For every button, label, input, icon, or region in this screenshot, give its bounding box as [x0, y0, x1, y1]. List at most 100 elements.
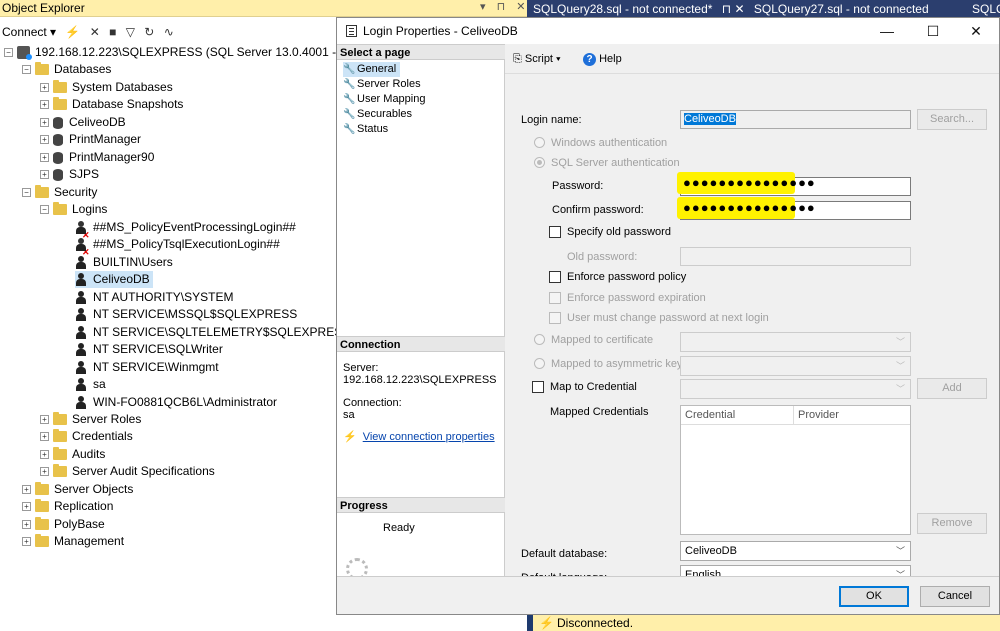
expand-icon[interactable]: + [40, 100, 49, 110]
login-name-field[interactable]: CeliveoDB [680, 110, 911, 129]
mapped-credentials-grid[interactable]: Credential Provider [680, 405, 911, 535]
tree-node-server-roles[interactable]: + Server Roles [40, 411, 141, 428]
tree-node-credentials[interactable]: + Credentials [40, 428, 133, 445]
tab-sqlquery-truncated[interactable]: SQLQu [972, 2, 1000, 16]
connect-button[interactable]: Connect ▾ [2, 25, 56, 39]
login-icon [75, 396, 87, 410]
certificate-dropdown[interactable]: ﹀ [680, 332, 911, 352]
specify-old-password-checkbox[interactable] [549, 226, 561, 238]
expand-icon[interactable]: + [40, 153, 49, 163]
old-password-field[interactable] [680, 247, 911, 266]
tree-node-login[interactable]: NT AUTHORITY\SYSTEM [75, 289, 233, 306]
cancel-button[interactable]: Cancel [920, 586, 990, 607]
expand-icon[interactable]: + [40, 450, 49, 460]
expand-icon[interactable]: + [40, 170, 49, 180]
activity-monitor-icon[interactable]: ∿ [164, 22, 174, 42]
tree-node-login[interactable]: WIN-FO0881QCB6L\Administrator [75, 394, 277, 411]
disconnect-icon[interactable]: ✕ [90, 22, 100, 42]
expand-icon[interactable]: + [40, 135, 49, 145]
page-securables[interactable]: 🔧 Securables [343, 107, 412, 122]
tree-node-login[interactable]: NT SERVICE\SQLTELEMETRY$SQLEXPRESS [75, 324, 350, 341]
folder-icon [53, 202, 67, 216]
connection-status-text: Disconnected. [557, 616, 634, 630]
page-server-roles[interactable]: 🔧 Server Roles [343, 77, 421, 92]
provider-column-header[interactable]: Provider [794, 406, 910, 425]
script-button[interactable]: ⎘ Script ▾ [513, 44, 561, 74]
help-button[interactable]: ? Help [583, 44, 622, 74]
connection-plug-icon: ⚡ [343, 431, 357, 443]
tab-pin-close-icons[interactable]: ⊓ ✕ [722, 2, 745, 16]
tree-node-management[interactable]: + Management [22, 533, 124, 550]
collapse-icon[interactable]: − [22, 188, 31, 198]
tree-node-server-objects[interactable]: + Server Objects [22, 481, 133, 498]
tree-node-audits[interactable]: + Audits [40, 446, 105, 463]
expand-icon[interactable]: + [40, 118, 49, 128]
mapped-asym-radio[interactable] [534, 358, 545, 369]
tree-node-logins[interactable]: − Logins [40, 201, 107, 218]
minimize-button[interactable]: — [864, 18, 910, 44]
tree-node-replication[interactable]: + Replication [22, 498, 113, 515]
tree-node-db-printmanager[interactable]: + PrintManager [40, 131, 141, 148]
tree-node-login[interactable]: sa [75, 376, 106, 393]
close-button[interactable]: ✕ [953, 18, 999, 44]
default-database-dropdown[interactable]: CeliveoDB ﹀ [680, 541, 911, 561]
tree-node-server[interactable]: −192.168.12.223\SQLEXPRESS (SQL Server 1… [4, 44, 356, 61]
enforce-expiration-checkbox[interactable] [549, 292, 561, 304]
tree-node-login[interactable]: ✕ ##MS_PolicyTsqlExecutionLogin## [75, 236, 280, 257]
expand-icon[interactable]: + [40, 467, 49, 477]
mapped-cert-radio[interactable] [534, 334, 545, 345]
tree-node-login[interactable]: NT SERVICE\Winmgmt [75, 359, 219, 376]
tree-node-database-snapshots[interactable]: + Database Snapshots [40, 96, 183, 113]
expand-icon[interactable]: + [40, 415, 49, 425]
page-user-mapping[interactable]: 🔧 User Mapping [343, 92, 425, 107]
remove-button[interactable]: Remove [917, 513, 987, 534]
collapse-icon[interactable]: − [4, 48, 13, 58]
maximize-button[interactable]: ☐ [910, 18, 956, 44]
must-change-checkbox[interactable] [549, 312, 561, 324]
tree-node-login[interactable]: ✕ ##MS_PolicyEventProcessingLogin## [75, 219, 296, 240]
expand-icon[interactable]: + [40, 83, 49, 93]
tree-node-login[interactable]: NT SERVICE\MSSQL$SQLEXPRESS [75, 306, 297, 323]
map-credential-checkbox[interactable] [532, 381, 544, 393]
tree-node-databases[interactable]: − Databases [22, 61, 111, 78]
expand-icon[interactable]: + [22, 520, 31, 530]
sql-auth-radio[interactable] [534, 157, 545, 168]
stop-icon[interactable]: ■ [109, 22, 116, 42]
expand-icon[interactable]: + [22, 485, 31, 495]
credential-dropdown[interactable]: ﹀ [680, 379, 911, 399]
credential-column-header[interactable]: Credential [681, 406, 794, 425]
view-connection-properties[interactable]: ⚡ View connection properties [343, 430, 495, 443]
expand-icon[interactable]: + [22, 537, 31, 547]
collapse-icon[interactable]: − [40, 205, 49, 215]
page-general[interactable]: 🔧 General [343, 62, 401, 77]
tree-node-db-printmanager90[interactable]: + PrintManager90 [40, 149, 154, 166]
expand-icon[interactable]: + [22, 502, 31, 512]
collapse-icon[interactable]: − [22, 65, 31, 75]
tree-node-system-databases[interactable]: + System Databases [40, 79, 173, 96]
ok-button[interactable]: OK [839, 586, 909, 607]
page-status[interactable]: 🔧 Status [343, 122, 388, 137]
add-button[interactable]: Add [917, 378, 987, 399]
login-icon [75, 308, 87, 322]
tree-node-login[interactable]: BUILTIN\Users [75, 254, 173, 271]
tree-node-server-audit-specifications[interactable]: + Server Audit Specifications [40, 463, 215, 480]
tree-node-db-celiveodb[interactable]: + CeliveoDB [40, 114, 126, 131]
server-label: Server: [343, 362, 379, 374]
mapped-cert-label: Mapped to certificate [551, 334, 654, 346]
password-label: Password: [552, 180, 604, 192]
refresh-icon[interactable]: ↻ [144, 22, 154, 42]
expand-icon[interactable]: + [40, 432, 49, 442]
tree-node-login-selected[interactable]: CeliveoDB [75, 271, 153, 288]
tree-node-security[interactable]: − Security [22, 184, 97, 201]
tree-node-polybase[interactable]: + PolyBase [22, 516, 105, 533]
tree-node-login[interactable]: NT SERVICE\SQLWriter [75, 341, 223, 358]
tree-node-db-sjps[interactable]: + SJPS [40, 166, 99, 183]
connect-plug-icon[interactable]: ⚡ [65, 22, 80, 42]
search-button[interactable]: Search... [917, 109, 987, 130]
windows-auth-radio[interactable] [534, 137, 545, 148]
filter-icon[interactable]: ▽ [126, 22, 135, 42]
enforce-policy-checkbox[interactable] [549, 271, 561, 283]
tab-sqlquery28[interactable]: SQLQuery28.sql - not connected* [533, 2, 712, 16]
asymmetric-key-dropdown[interactable]: ﹀ [680, 356, 911, 376]
tab-sqlquery27[interactable]: SQLQuery27.sql - not connected [754, 2, 929, 16]
